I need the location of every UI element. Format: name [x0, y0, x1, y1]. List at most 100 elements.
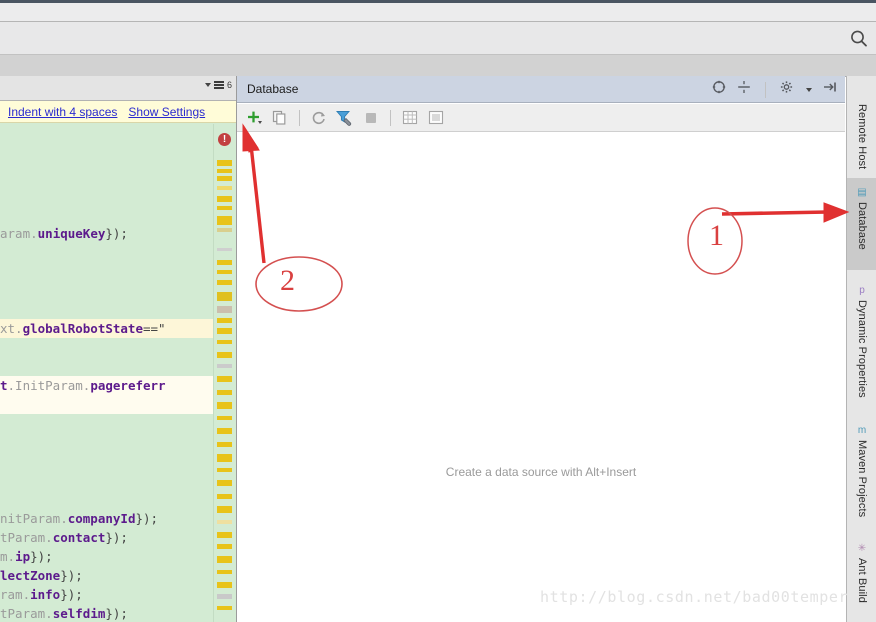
annotation-label-one: 1: [709, 219, 724, 252]
main-toolbar: [0, 22, 876, 55]
stripe-marker[interactable]: [217, 196, 232, 202]
error-badge[interactable]: !: [218, 133, 231, 146]
database-icon: ▤: [857, 186, 867, 198]
add-data-source-button[interactable]: [244, 108, 264, 128]
hide-arrow-icon[interactable]: [823, 80, 837, 99]
tool-window-tab-remote-host[interactable]: Remote Host: [847, 80, 876, 172]
tool-window-tab-ant-build[interactable]: ✳ Ant Build: [847, 534, 876, 616]
stripe-marker[interactable]: [217, 594, 232, 599]
stripe-marker[interactable]: [217, 318, 232, 323]
stripe-marker[interactable]: [217, 416, 232, 420]
stripe-marker[interactable]: [217, 186, 232, 190]
stripe-marker[interactable]: [217, 556, 232, 563]
stripe-marker[interactable]: [217, 216, 232, 225]
stripe-marker[interactable]: [217, 442, 232, 447]
stripe-marker[interactable]: [217, 260, 232, 265]
code-editor[interactable]: 6 Indent with 4 spaces Show Settings ara…: [0, 76, 237, 622]
header-separator: [765, 81, 766, 98]
database-panel-header: Database: [237, 76, 845, 103]
stripe-marker[interactable]: [217, 176, 232, 181]
indent-with-4-spaces-link[interactable]: Indent with 4 spaces: [8, 105, 117, 119]
right-tool-window-bar[interactable]: Remote Host ▤ Database p Dynamic Properties m…: [846, 76, 876, 622]
stop-square-icon: [361, 108, 381, 128]
refresh-icon[interactable]: [309, 108, 329, 128]
editor-line-count: 6: [226, 80, 232, 90]
tool-window-tab-label: Ant Build: [856, 558, 868, 603]
stripe-marker[interactable]: [217, 468, 232, 472]
watermark: http://blog.csdn.net/bad00temper: [540, 588, 849, 606]
stripe-marker[interactable]: [217, 506, 232, 513]
stripe-marker[interactable]: [217, 428, 232, 434]
stripe-marker[interactable]: [217, 390, 232, 395]
show-settings-link[interactable]: Show Settings: [128, 105, 205, 119]
stripe-marker[interactable]: [217, 306, 232, 313]
stripe-marker[interactable]: [217, 480, 232, 486]
console-window-icon[interactable]: [426, 108, 446, 128]
stripe-marker[interactable]: [217, 206, 232, 210]
database-toolbar[interactable]: [237, 104, 845, 132]
database-panel-title: Database: [247, 82, 299, 96]
tool-window-tab-maven-projects[interactable]: m Maven Projects: [847, 416, 876, 528]
gear-icon[interactable]: [780, 80, 795, 99]
stripe-marker[interactable]: [217, 376, 232, 382]
code-line: t.InitParam.pagereferr: [0, 376, 214, 395]
chevron-down-icon[interactable]: [204, 83, 211, 87]
chevron-down-icon[interactable]: [806, 87, 812, 92]
database-header-actions[interactable]: [712, 76, 837, 103]
database-panel-body[interactable]: Create a data source with Alt+Insert: [237, 133, 845, 622]
code-line: m.ip});: [0, 549, 53, 564]
editor-header-controls[interactable]: 6: [204, 80, 232, 90]
code-line: tParam.selfdim});: [0, 606, 128, 621]
stripe-marker[interactable]: [217, 454, 232, 462]
stripe-marker[interactable]: [217, 570, 232, 574]
search-icon[interactable]: [848, 28, 870, 50]
annotation-label-two: 2: [280, 264, 295, 297]
stripe-marker[interactable]: [217, 520, 232, 524]
navigation-bar: [0, 55, 876, 77]
indent-notification-bar: Indent with 4 spaces Show Settings: [0, 101, 236, 123]
stripe-marker[interactable]: [217, 228, 232, 232]
tool-window-tab-label: Maven Projects: [856, 440, 868, 518]
stripe-marker[interactable]: [217, 169, 232, 173]
stripe-marker[interactable]: [217, 248, 232, 251]
ant-build-icon: ✳: [857, 542, 867, 554]
code-line: aram.uniqueKey});: [0, 226, 128, 241]
error-stripe-gutter[interactable]: !: [213, 124, 236, 622]
stripe-marker[interactable]: [217, 340, 232, 344]
lines-icon[interactable]: [213, 81, 224, 89]
filter-wrench-icon[interactable]: [335, 108, 355, 128]
target-circle-icon[interactable]: [712, 80, 726, 99]
editor-header: 6: [0, 76, 236, 101]
stripe-marker[interactable]: [217, 270, 232, 274]
code-text-area[interactable]: aram.uniqueKey}); xt.globalRobotState==" t…: [0, 124, 214, 622]
tool-window-tab-dynamic-properties[interactable]: p Dynamic Properties: [847, 276, 876, 410]
stripe-marker[interactable]: [217, 494, 232, 499]
stripe-marker[interactable]: [217, 364, 232, 368]
stripe-marker[interactable]: [217, 352, 232, 358]
table-grid-icon[interactable]: [400, 108, 420, 128]
stripe-marker[interactable]: [217, 544, 232, 549]
tool-window-tab-database[interactable]: ▤ Database: [847, 178, 876, 270]
stripe-marker[interactable]: [217, 328, 232, 334]
menu-bar: [0, 3, 876, 22]
tool-window-tab-label: Remote Host: [856, 104, 868, 170]
code-line: nitParam.companyId});: [0, 511, 159, 526]
collapse-icon[interactable]: [737, 80, 751, 99]
stripe-marker[interactable]: [217, 402, 232, 409]
code-line: lectZone});: [0, 568, 83, 583]
stripe-marker[interactable]: [217, 582, 232, 588]
remote-host-icon: [855, 87, 869, 101]
code-line: ram.info});: [0, 587, 83, 602]
stripe-marker[interactable]: [217, 532, 232, 538]
toolbar-separator-2: [390, 109, 391, 126]
stripe-marker[interactable]: [217, 606, 232, 610]
stripe-marker[interactable]: [217, 280, 232, 285]
toolbar-separator: [299, 109, 300, 126]
code-line: [0, 395, 214, 414]
database-tool-window[interactable]: Database Create a data source with Alt+I…: [237, 76, 845, 622]
code-line: xt.globalRobotState==": [0, 319, 214, 338]
duplicate-button[interactable]: [270, 108, 290, 128]
code-line: tParam.contact});: [0, 530, 128, 545]
stripe-marker[interactable]: [217, 160, 232, 166]
stripe-marker[interactable]: [217, 292, 232, 301]
